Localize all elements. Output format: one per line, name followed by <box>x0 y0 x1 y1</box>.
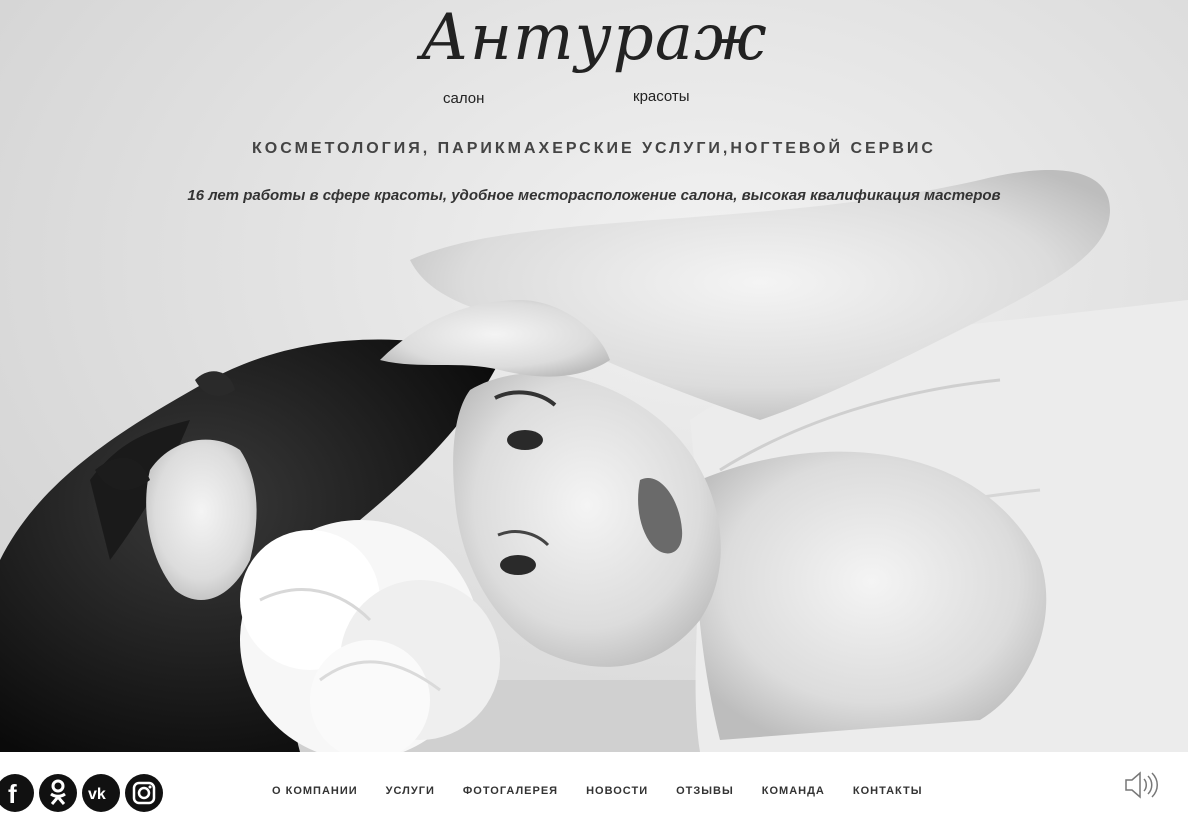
hero-photo <box>0 170 1188 752</box>
nav-item-news[interactable]: НОВОСТИ <box>572 785 662 797</box>
nav-item-contacts[interactable]: КОНТАКТЫ <box>839 785 937 797</box>
facebook-icon[interactable]: f <box>0 774 34 812</box>
salon-description: 16 лет работы в сфере красоты, удобное м… <box>187 187 1001 204</box>
nav-item-team[interactable]: КОМАНДА <box>748 785 839 797</box>
svg-text:vk: vk <box>88 786 106 803</box>
nav-item-gallery[interactable]: ФОТОГАЛЕРЕЯ <box>449 785 572 797</box>
nav-item-reviews[interactable]: ОТЗЫВЫ <box>662 785 748 797</box>
flower <box>240 520 500 752</box>
footer-bar: f vk О КОМПАНИИ УСЛУГИ ФОТОГАЛЕРЕЯ НОВОС… <box>0 752 1188 821</box>
instagram-icon[interactable] <box>125 774 163 812</box>
services-tagline: КОСМЕТОЛОГИЯ, ПАРИКМАХЕРСКИЕ УСЛУГИ,НОГТ… <box>252 140 936 157</box>
social-links: f vk <box>0 774 163 812</box>
nav-item-about[interactable]: О КОМПАНИИ <box>258 785 372 797</box>
salon-logo[interactable]: Антураж <box>0 6 1188 70</box>
logo-right-word: красоты <box>633 88 690 105</box>
speaker-icon[interactable] <box>1122 768 1162 807</box>
logo-left-word: салон <box>443 90 485 107</box>
svg-text:f: f <box>8 779 17 809</box>
hero-banner: Антураж салон красоты КОСМЕТОЛОГИЯ, ПАРИ… <box>0 0 1188 752</box>
nav-item-services[interactable]: УСЛУГИ <box>372 785 449 797</box>
main-nav: О КОМПАНИИ УСЛУГИ ФОТОГАЛЕРЕЯ НОВОСТИ ОТ… <box>258 785 937 797</box>
vk-icon[interactable]: vk <box>82 774 120 812</box>
odnoklassniki-icon[interactable] <box>39 774 77 812</box>
logo-script-text: Антураж <box>420 1 768 75</box>
